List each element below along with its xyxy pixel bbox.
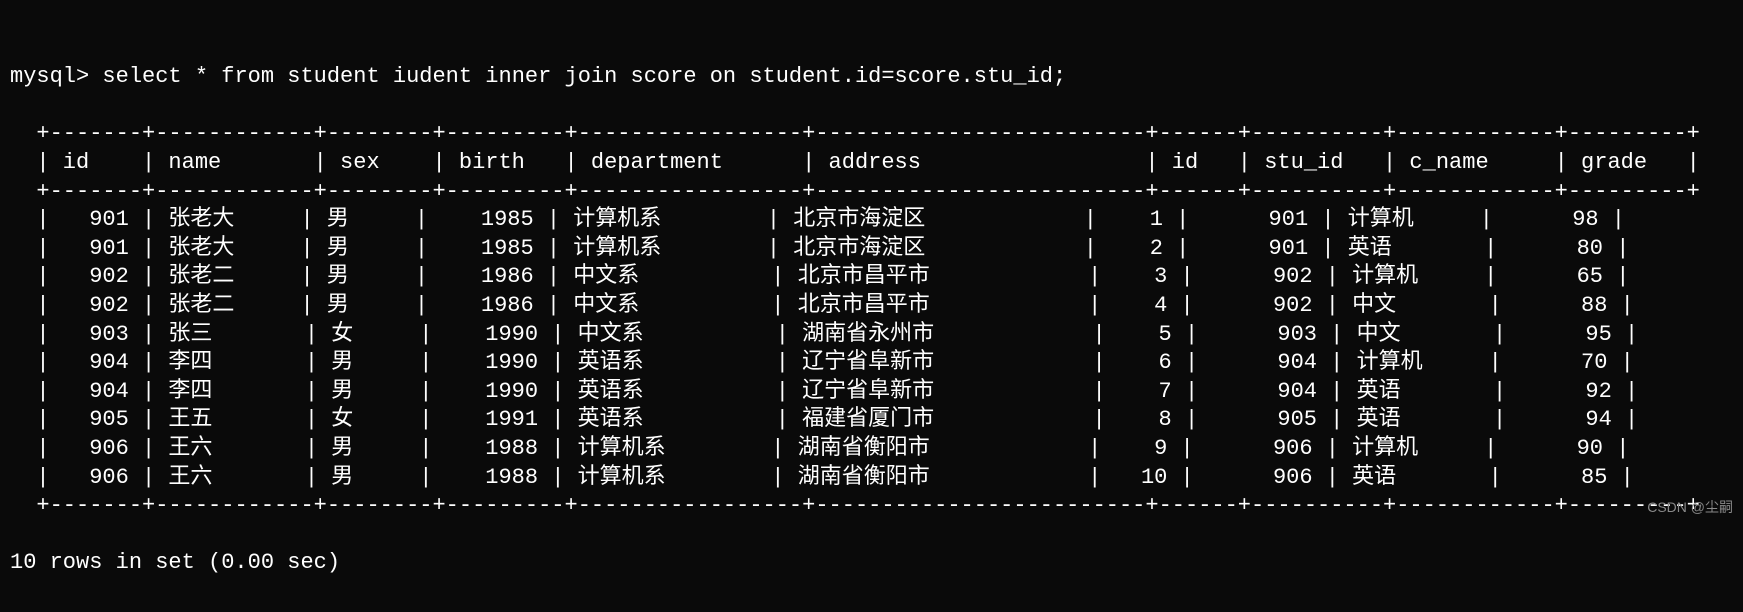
table-header-row: | id | name | sex | birth | department |… [36, 149, 1699, 178]
table-row: | 904 | 李四 | 男 | 1990 | 英语系 | 辽宁省阜新市 | 7… [36, 378, 1699, 407]
terminal-output: mysql> select * from student iudent inne… [0, 0, 1743, 612]
table-row: | 902 | 张老二 | 男 | 1986 | 中文系 | 北京市昌平市 | … [36, 292, 1699, 321]
result-footer: 10 rows in set (0.00 sec) [10, 549, 1733, 578]
table-separator: +-------+------------+--------+---------… [36, 492, 1699, 521]
table-row: | 903 | 张三 | 女 | 1990 | 中文系 | 湖南省永州市 | 5… [36, 321, 1699, 350]
table-row: | 906 | 王六 | 男 | 1988 | 计算机系 | 湖南省衡阳市 | … [36, 435, 1699, 464]
table-row: | 902 | 张老二 | 男 | 1986 | 中文系 | 北京市昌平市 | … [36, 263, 1699, 292]
table-row: | 904 | 李四 | 男 | 1990 | 英语系 | 辽宁省阜新市 | 6… [36, 349, 1699, 378]
table-separator: +-------+------------+--------+---------… [36, 178, 1699, 207]
sql-prompt-line: mysql> select * from student iudent inne… [10, 63, 1733, 92]
table-row: | 906 | 王六 | 男 | 1988 | 计算机系 | 湖南省衡阳市 | … [36, 464, 1699, 493]
table-separator: +-------+------------+--------+---------… [36, 120, 1699, 149]
table-row: | 901 | 张老大 | 男 | 1985 | 计算机系 | 北京市海淀区 |… [36, 206, 1699, 235]
sql-query: select * from student iudent inner join … [102, 64, 1066, 89]
result-table: +-------+------------+--------+---------… [36, 120, 1699, 520]
mysql-prompt: mysql> [10, 64, 102, 89]
table-row: | 905 | 王五 | 女 | 1991 | 英语系 | 福建省厦门市 | 8… [36, 406, 1699, 435]
table-row: | 901 | 张老大 | 男 | 1985 | 计算机系 | 北京市海淀区 |… [36, 235, 1699, 264]
watermark: CSDN @尘嗣 [1647, 498, 1733, 516]
